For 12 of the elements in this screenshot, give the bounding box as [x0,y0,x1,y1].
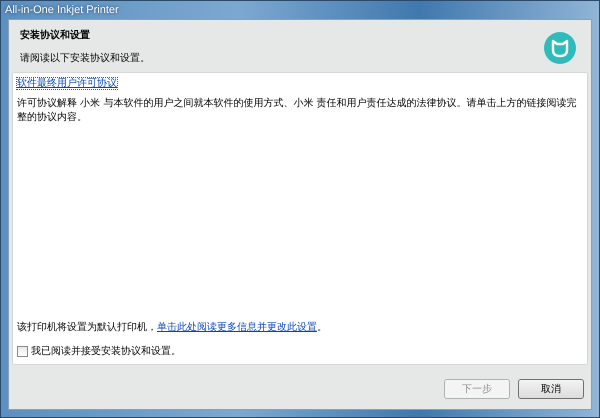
agreement-text: 许可协议解释 小米 与本软件的用户之间就本软件的使用方式、小米 责任和用户责任达成的法律协议。请单击上方的链接阅读完整的协议内容。 [17,96,578,124]
punctuation-text: 。 [317,322,327,333]
cat-logo-icon [544,32,576,64]
window-title: All-in-One Inkjet Printer [5,4,119,16]
license-link[interactable]: 软件最终用户许可协议 [17,78,117,89]
header-title: 安装协议和设置 [20,28,91,42]
cancel-button[interactable]: 取消 [518,379,584,399]
default-printer-text: 该打印机将设置为默认打印机， [17,322,157,333]
accept-label: 我已阅读并接受安装协议和设置。 [31,344,181,358]
header-subtitle: 请阅读以下安装协议和设置。 [20,52,150,65]
change-settings-link[interactable]: 单击此处阅读更多信息并更改此设置 [157,322,317,333]
accept-checkbox[interactable] [17,346,28,356]
